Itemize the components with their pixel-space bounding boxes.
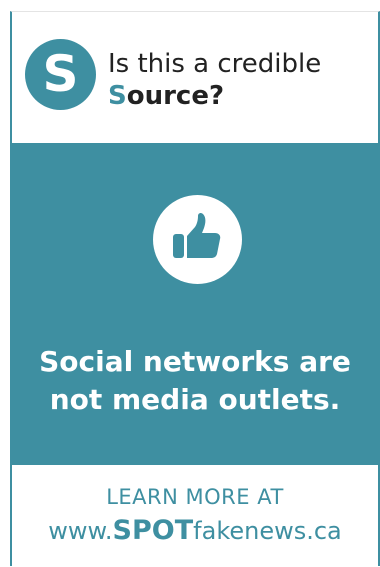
website-link[interactable]: www.SPOTfakenews.ca: [12, 515, 378, 546]
logo-letter: S: [42, 45, 79, 103]
url-prefix: www.: [48, 517, 113, 545]
url-bold: SPOT: [112, 515, 194, 546]
url-suffix: fakenews.ca: [193, 517, 342, 545]
source-logo: S: [25, 39, 96, 110]
header-line2-rest: ource?: [126, 81, 225, 111]
header-accent-letter: S: [108, 81, 127, 111]
card-footer: LEARN MORE AT www.SPOTfakenews.ca: [12, 465, 378, 567]
header-question: Is this a credible Source?: [108, 48, 321, 112]
learn-more-label: LEARN MORE AT: [106, 485, 284, 509]
message-panel: Social networks are not media outlets.: [12, 143, 378, 465]
header-line1: Is this a credible: [108, 49, 322, 79]
header-line2: Source?: [108, 80, 321, 112]
thumbs-up-icon: [173, 212, 221, 258]
card-header: S Is this a credible Source?: [12, 12, 378, 141]
info-card: S Is this a credible Source? Social netw…: [10, 11, 380, 566]
main-message: Social networks are not media outlets.: [12, 343, 378, 419]
thumbs-up-badge: [153, 195, 242, 284]
message-line2: not media outlets.: [49, 383, 341, 416]
message-line1: Social networks are: [39, 345, 351, 378]
